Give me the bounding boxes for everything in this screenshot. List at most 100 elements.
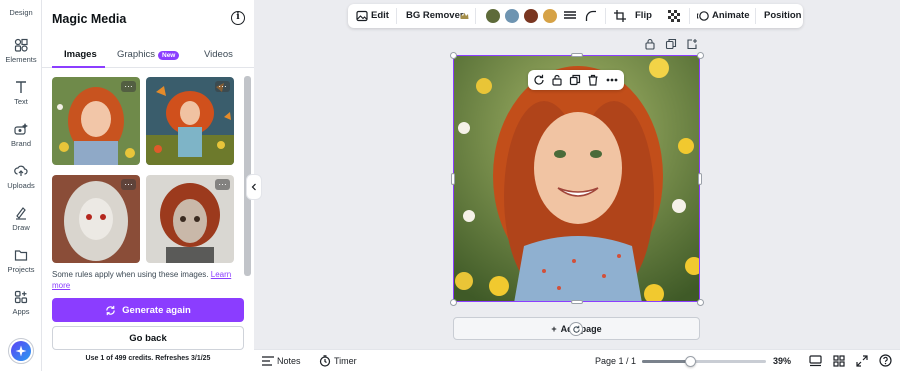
apps-icon	[14, 290, 28, 304]
color-swatch-olive[interactable]	[486, 9, 500, 23]
toolbar-divider	[755, 8, 756, 24]
resize-handle-top-right[interactable]	[696, 51, 704, 59]
rail-elements[interactable]: Elements	[0, 38, 42, 64]
usage-rules-text: Some rules apply when using these images…	[52, 269, 232, 291]
trash-icon[interactable]	[587, 74, 599, 86]
tab-videos[interactable]: Videos	[204, 49, 233, 60]
plus-icon: +	[551, 323, 557, 334]
left-rail: Design Elements Text Brand Uploads Draw …	[0, 0, 42, 371]
projects-icon	[14, 250, 28, 261]
lock-page-icon[interactable]	[644, 38, 656, 50]
info-icon[interactable]: i	[231, 11, 245, 25]
resize-handle-right[interactable]	[698, 172, 702, 185]
result-thumbnail-3[interactable]: …	[52, 175, 140, 263]
page-view-icon[interactable]	[809, 355, 822, 367]
elements-icon	[14, 38, 28, 52]
new-badge: New	[158, 51, 180, 60]
media-tabs: Images Graphics Videos	[42, 42, 254, 68]
transparency-icon[interactable]	[668, 10, 680, 22]
active-tab-indicator	[52, 66, 105, 68]
generate-again-label: Generate again	[122, 304, 191, 316]
brand-icon	[14, 123, 28, 135]
rotate-icon	[572, 325, 580, 333]
canvas-photo	[454, 56, 699, 301]
sparkle-icon	[15, 345, 27, 357]
rail-text-label: Text	[14, 97, 28, 106]
grid-view-icon[interactable]	[833, 355, 845, 367]
more-options-icon[interactable]: …	[215, 80, 230, 92]
selected-image[interactable]	[453, 55, 700, 302]
timer-button[interactable]: Timer	[334, 356, 357, 366]
refresh-icon	[106, 305, 115, 315]
element-floating-menu	[528, 70, 624, 90]
color-swatch-rust[interactable]	[524, 9, 538, 23]
rail-projects[interactable]: Projects	[0, 248, 42, 274]
text-icon	[16, 81, 26, 93]
rail-apps[interactable]: Apps	[0, 290, 42, 316]
more-options-icon[interactable]: …	[215, 178, 230, 190]
crop-icon[interactable]	[614, 10, 626, 22]
rail-design[interactable]: Design	[0, 8, 42, 17]
unlock-icon[interactable]	[551, 74, 563, 86]
bg-remover-button[interactable]: BG Remover	[406, 10, 464, 21]
help-icon[interactable]	[879, 354, 892, 367]
rail-text[interactable]: Text	[0, 80, 42, 106]
tab-graphics[interactable]: Graphics	[117, 49, 155, 60]
draw-icon	[16, 207, 26, 220]
resize-handle-bottom-left[interactable]	[449, 298, 457, 306]
resize-handle-top-left[interactable]	[449, 51, 457, 59]
duplicate-icon[interactable]	[569, 74, 581, 86]
rail-uploads[interactable]: Uploads	[0, 164, 42, 190]
flip-button[interactable]: Flip	[635, 10, 652, 21]
magic-assistant-button[interactable]	[8, 338, 34, 364]
more-options-icon[interactable]: …	[121, 178, 136, 190]
crown-icon	[460, 12, 469, 19]
zoom-slider-knob[interactable]	[685, 356, 696, 367]
page-indicator[interactable]: Page 1 / 1	[595, 356, 636, 366]
credits-info: Use 1 of 499 credits. Refreshes 3/1/25	[85, 355, 211, 362]
color-swatch-gold[interactable]	[543, 9, 557, 23]
bottom-bar: Notes Timer Page 1 / 1 39%	[254, 349, 900, 371]
uploads-icon	[14, 165, 28, 176]
toolbar-divider	[689, 8, 690, 24]
toolbar-divider	[396, 8, 397, 24]
result-thumbnail-4[interactable]: …	[146, 175, 234, 263]
border-style-icon[interactable]	[564, 11, 576, 21]
context-toolbar: Edit BG Remover Flip Animate Position	[348, 4, 803, 28]
regenerate-icon[interactable]	[533, 74, 545, 86]
duplicate-page-icon[interactable]	[665, 38, 677, 50]
zoom-level[interactable]: 39%	[773, 356, 791, 366]
go-back-button[interactable]: Go back	[52, 326, 244, 350]
generate-again-button[interactable]: Generate again	[52, 298, 244, 322]
resize-handle-bottom[interactable]	[570, 300, 583, 304]
animate-icon	[697, 11, 709, 21]
notes-button[interactable]: Notes	[277, 356, 301, 366]
edit-button[interactable]: Edit	[371, 10, 389, 21]
result-thumbnail-2[interactable]: …	[146, 77, 234, 165]
resize-handle-top[interactable]	[570, 53, 583, 57]
rotate-handle[interactable]	[569, 322, 583, 336]
resize-handle-left[interactable]	[451, 172, 455, 185]
resize-handle-bottom-right[interactable]	[696, 298, 704, 306]
rail-uploads-label: Uploads	[7, 181, 35, 190]
add-page-icon[interactable]	[686, 38, 698, 50]
edit-image-icon	[356, 10, 368, 22]
fullscreen-icon[interactable]	[856, 355, 868, 367]
tab-images[interactable]: Images	[64, 49, 97, 60]
rail-brand[interactable]: Brand	[0, 122, 42, 148]
collapse-panel-button[interactable]	[246, 174, 262, 200]
zoom-slider[interactable]	[642, 356, 766, 367]
result-thumbnail-1[interactable]: …	[52, 77, 140, 165]
rail-design-label: Design	[9, 8, 33, 17]
rail-projects-label: Projects	[7, 265, 35, 274]
more-options-icon[interactable]: …	[121, 80, 136, 92]
color-swatch-blue[interactable]	[505, 9, 519, 23]
more-options-icon[interactable]	[606, 78, 618, 82]
corner-rounding-icon[interactable]	[585, 10, 597, 22]
position-button[interactable]: Position	[764, 10, 801, 21]
panel-title: Magic Media	[52, 12, 127, 26]
rail-draw-label: Draw	[12, 223, 30, 232]
rail-draw[interactable]: Draw	[0, 206, 42, 232]
animate-button[interactable]: Animate	[712, 10, 749, 21]
timer-icon	[319, 355, 331, 367]
